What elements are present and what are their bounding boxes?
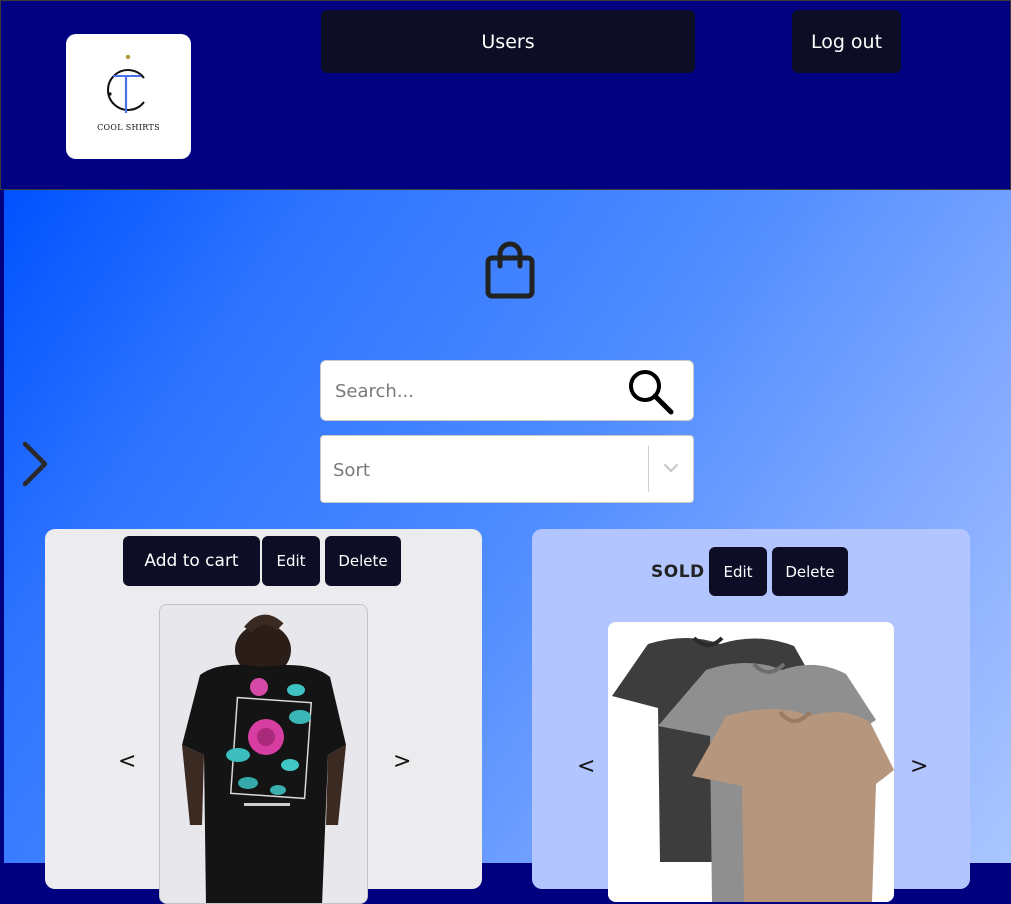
prev-image-button[interactable]: < (118, 749, 136, 774)
add-to-cart-button[interactable]: Add to cart (123, 536, 260, 586)
shopping-bag-icon[interactable] (482, 240, 538, 302)
delete-button[interactable]: Delete (325, 536, 401, 586)
product-card: Add to cart Edit Delete < > (45, 529, 482, 904)
brand-logo[interactable]: COOL SHIRTS (66, 34, 191, 159)
chevron-right-icon[interactable] (20, 440, 50, 488)
product-image (159, 604, 368, 904)
sort-placeholder: Sort (333, 460, 370, 481)
chevron-down-icon[interactable] (663, 462, 679, 476)
prev-image-button[interactable]: < (577, 754, 595, 779)
search-input[interactable] (333, 361, 617, 422)
logout-button[interactable]: Log out (792, 10, 901, 73)
top-header: COOL SHIRTS Users Log out (0, 0, 1011, 190)
sort-separator (648, 446, 649, 492)
users-button[interactable]: Users (321, 10, 695, 73)
logo-mark (107, 54, 145, 113)
product-photo-washed-shirts (608, 622, 894, 902)
product-image (608, 622, 894, 902)
logo-text: COOL SHIRTS (97, 123, 160, 132)
search-icon[interactable] (625, 367, 677, 415)
product-card: SOLD Edit Delete < > (532, 529, 970, 902)
next-image-button[interactable]: > (910, 754, 928, 779)
edit-button[interactable]: Edit (709, 547, 767, 596)
product-photo-black-shirt (160, 605, 367, 903)
sold-badge: SOLD (651, 562, 705, 582)
delete-button[interactable]: Delete (772, 547, 848, 596)
search-box (320, 360, 694, 422)
edit-button[interactable]: Edit (262, 536, 320, 586)
main-content: Sort Add to cart Edit Delete < (4, 190, 1011, 904)
next-image-button[interactable]: > (393, 749, 411, 774)
sort-select[interactable]: Sort (320, 435, 694, 503)
